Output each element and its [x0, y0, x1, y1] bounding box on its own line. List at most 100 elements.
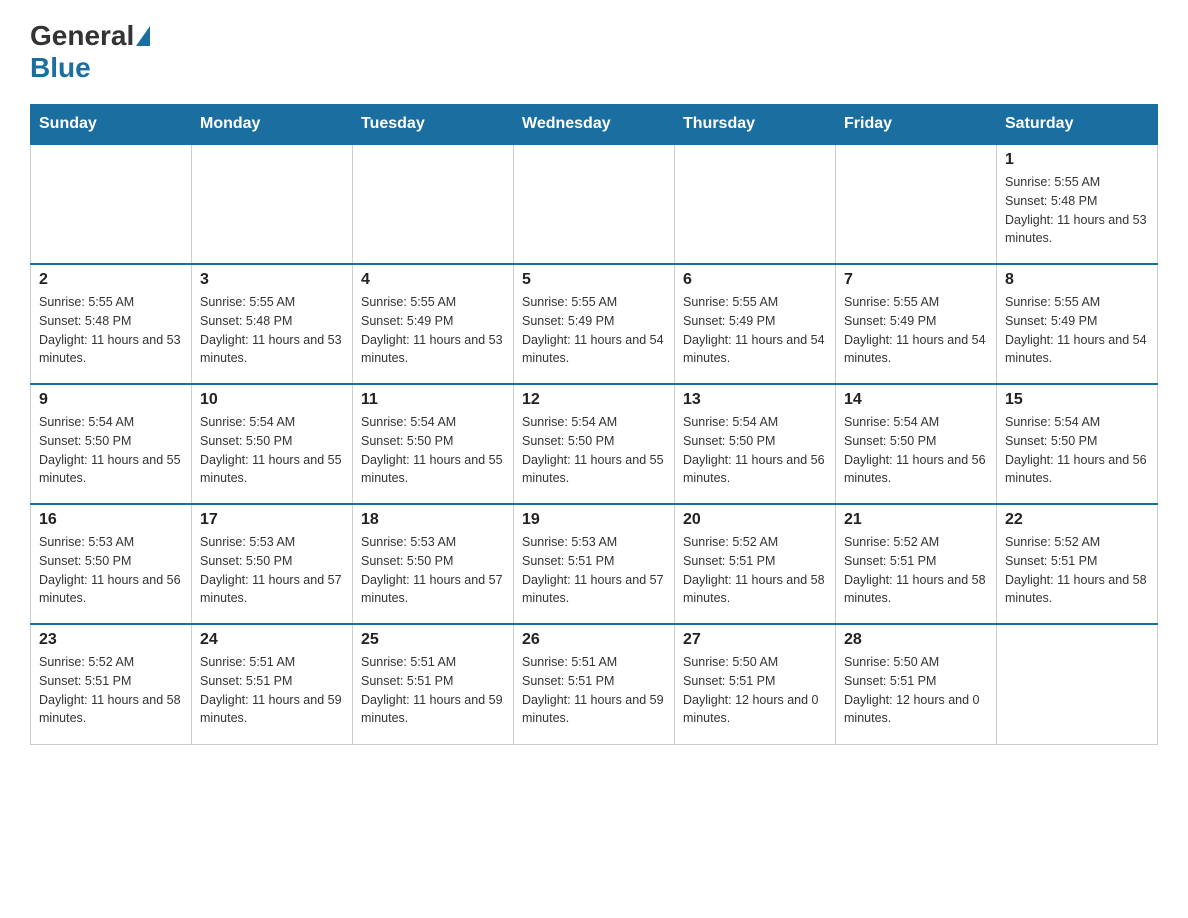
day-info: Sunrise: 5:54 AMSunset: 5:50 PMDaylight:… — [361, 413, 505, 488]
calendar-cell: 11 Sunrise: 5:54 AMSunset: 5:50 PMDayligh… — [353, 384, 514, 504]
day-number: 17 — [200, 511, 344, 529]
calendar-cell — [31, 144, 192, 264]
calendar-header-saturday: Saturday — [997, 105, 1158, 145]
calendar-cell: 10 Sunrise: 5:54 AMSunset: 5:50 PMDayligh… — [192, 384, 353, 504]
calendar-cell — [836, 144, 997, 264]
day-info: Sunrise: 5:54 AMSunset: 5:50 PMDaylight:… — [844, 413, 988, 488]
calendar-cell: 16 Sunrise: 5:53 AMSunset: 5:50 PMDayligh… — [31, 504, 192, 624]
calendar-cell: 3 Sunrise: 5:55 AMSunset: 5:48 PMDaylight… — [192, 264, 353, 384]
day-number: 28 — [844, 631, 988, 649]
calendar-header-sunday: Sunday — [31, 105, 192, 145]
day-info: Sunrise: 5:51 AMSunset: 5:51 PMDaylight:… — [361, 653, 505, 728]
page-header: General Blue — [30, 20, 1158, 84]
calendar-cell: 15 Sunrise: 5:54 AMSunset: 5:50 PMDayligh… — [997, 384, 1158, 504]
day-info: Sunrise: 5:54 AMSunset: 5:50 PMDaylight:… — [39, 413, 183, 488]
day-number: 7 — [844, 271, 988, 289]
calendar-cell: 25Sunrise: 5:51 AMSunset: 5:51 PMDayligh… — [353, 624, 514, 744]
day-number: 12 — [522, 391, 666, 409]
day-info: Sunrise: 5:51 AMSunset: 5:51 PMDaylight:… — [522, 653, 666, 728]
day-info: Sunrise: 5:52 AMSunset: 5:51 PMDaylight:… — [844, 533, 988, 608]
day-info: Sunrise: 5:54 AMSunset: 5:50 PMDaylight:… — [1005, 413, 1149, 488]
calendar-cell: 23 Sunrise: 5:52 AMSunset: 5:51 PMDayligh… — [31, 624, 192, 744]
calendar-header-thursday: Thursday — [675, 105, 836, 145]
day-number: 8 — [1005, 271, 1149, 289]
day-info: Sunrise: 5:55 AMSunset: 5:48 PMDaylight:… — [1005, 173, 1149, 248]
calendar-cell: 14 Sunrise: 5:54 AMSunset: 5:50 PMDayligh… — [836, 384, 997, 504]
day-info: Sunrise: 5:50 AMSunset: 5:51 PMDaylight:… — [683, 653, 827, 728]
day-info: Sunrise: 5:55 AMSunset: 5:49 PMDaylight:… — [1005, 293, 1149, 368]
calendar-header-row: SundayMondayTuesdayWednesdayThursdayFrid… — [31, 105, 1158, 145]
day-info: Sunrise: 5:55 AMSunset: 5:49 PMDaylight:… — [683, 293, 827, 368]
day-number: 3 — [200, 271, 344, 289]
day-number: 5 — [522, 271, 666, 289]
day-info: Sunrise: 5:53 AMSunset: 5:50 PMDaylight:… — [200, 533, 344, 608]
calendar-cell: 19 Sunrise: 5:53 AMSunset: 5:51 PMDayligh… — [514, 504, 675, 624]
calendar-cell — [192, 144, 353, 264]
calendar-header-friday: Friday — [836, 105, 997, 145]
calendar-cell: 17 Sunrise: 5:53 AMSunset: 5:50 PMDayligh… — [192, 504, 353, 624]
day-number: 14 — [844, 391, 988, 409]
week-row-2: 2 Sunrise: 5:55 AMSunset: 5:48 PMDaylight… — [31, 264, 1158, 384]
day-info: Sunrise: 5:54 AMSunset: 5:50 PMDaylight:… — [522, 413, 666, 488]
day-number: 22 — [1005, 511, 1149, 529]
calendar-header-monday: Monday — [192, 105, 353, 145]
day-number: 15 — [1005, 391, 1149, 409]
calendar-header-tuesday: Tuesday — [353, 105, 514, 145]
day-number: 10 — [200, 391, 344, 409]
calendar-cell: 18 Sunrise: 5:53 AMSunset: 5:50 PMDayligh… — [353, 504, 514, 624]
calendar-header-wednesday: Wednesday — [514, 105, 675, 145]
calendar-cell — [675, 144, 836, 264]
day-info: Sunrise: 5:52 AMSunset: 5:51 PMDaylight:… — [1005, 533, 1149, 608]
day-info: Sunrise: 5:55 AMSunset: 5:49 PMDaylight:… — [361, 293, 505, 368]
day-info: Sunrise: 5:54 AMSunset: 5:50 PMDaylight:… — [200, 413, 344, 488]
day-info: Sunrise: 5:53 AMSunset: 5:50 PMDaylight:… — [39, 533, 183, 608]
day-number: 19 — [522, 511, 666, 529]
calendar-cell: 21 Sunrise: 5:52 AMSunset: 5:51 PMDayligh… — [836, 504, 997, 624]
logo-triangle-icon — [136, 26, 150, 46]
day-number: 9 — [39, 391, 183, 409]
day-number: 20 — [683, 511, 827, 529]
calendar-cell: 26 Sunrise: 5:51 AMSunset: 5:51 PMDayligh… — [514, 624, 675, 744]
calendar-cell — [514, 144, 675, 264]
day-number: 4 — [361, 271, 505, 289]
day-info: Sunrise: 5:51 AMSunset: 5:51 PMDaylight:… — [200, 653, 344, 728]
day-info: Sunrise: 5:55 AMSunset: 5:48 PMDaylight:… — [200, 293, 344, 368]
week-row-1: 1 Sunrise: 5:55 AMSunset: 5:48 PMDaylight… — [31, 144, 1158, 264]
calendar-cell: 13Sunrise: 5:54 AMSunset: 5:50 PMDayligh… — [675, 384, 836, 504]
day-info: Sunrise: 5:52 AMSunset: 5:51 PMDaylight:… — [683, 533, 827, 608]
calendar-cell: 4 Sunrise: 5:55 AMSunset: 5:49 PMDaylight… — [353, 264, 514, 384]
day-info: Sunrise: 5:53 AMSunset: 5:50 PMDaylight:… — [361, 533, 505, 608]
day-number: 2 — [39, 271, 183, 289]
day-info: Sunrise: 5:52 AMSunset: 5:51 PMDaylight:… — [39, 653, 183, 728]
day-number: 23 — [39, 631, 183, 649]
day-info: Sunrise: 5:53 AMSunset: 5:51 PMDaylight:… — [522, 533, 666, 608]
calendar-cell: 24 Sunrise: 5:51 AMSunset: 5:51 PMDayligh… — [192, 624, 353, 744]
day-number: 26 — [522, 631, 666, 649]
day-number: 27 — [683, 631, 827, 649]
day-info: Sunrise: 5:55 AMSunset: 5:48 PMDaylight:… — [39, 293, 183, 368]
calendar-cell: 22 Sunrise: 5:52 AMSunset: 5:51 PMDayligh… — [997, 504, 1158, 624]
day-info: Sunrise: 5:50 AMSunset: 5:51 PMDaylight:… — [844, 653, 988, 728]
day-number: 16 — [39, 511, 183, 529]
day-number: 6 — [683, 271, 827, 289]
day-number: 11 — [361, 391, 505, 409]
week-row-3: 9 Sunrise: 5:54 AMSunset: 5:50 PMDaylight… — [31, 384, 1158, 504]
calendar-cell: 8 Sunrise: 5:55 AMSunset: 5:49 PMDaylight… — [997, 264, 1158, 384]
calendar-cell: 7Sunrise: 5:55 AMSunset: 5:49 PMDaylight… — [836, 264, 997, 384]
week-row-4: 16 Sunrise: 5:53 AMSunset: 5:50 PMDayligh… — [31, 504, 1158, 624]
calendar-cell: 12 Sunrise: 5:54 AMSunset: 5:50 PMDayligh… — [514, 384, 675, 504]
calendar-cell: 27 Sunrise: 5:50 AMSunset: 5:51 PMDayligh… — [675, 624, 836, 744]
day-info: Sunrise: 5:54 AMSunset: 5:50 PMDaylight:… — [683, 413, 827, 488]
day-info: Sunrise: 5:55 AMSunset: 5:49 PMDaylight:… — [522, 293, 666, 368]
calendar-cell — [997, 624, 1158, 744]
calendar-cell: 1 Sunrise: 5:55 AMSunset: 5:48 PMDaylight… — [997, 144, 1158, 264]
day-number: 1 — [1005, 151, 1149, 169]
calendar-cell: 20 Sunrise: 5:52 AMSunset: 5:51 PMDayligh… — [675, 504, 836, 624]
day-number: 21 — [844, 511, 988, 529]
week-row-5: 23 Sunrise: 5:52 AMSunset: 5:51 PMDayligh… — [31, 624, 1158, 744]
day-number: 18 — [361, 511, 505, 529]
logo: General Blue — [30, 20, 152, 84]
logo-blue-text: Blue — [30, 52, 91, 83]
logo-general-text: General — [30, 20, 134, 52]
day-number: 24 — [200, 631, 344, 649]
